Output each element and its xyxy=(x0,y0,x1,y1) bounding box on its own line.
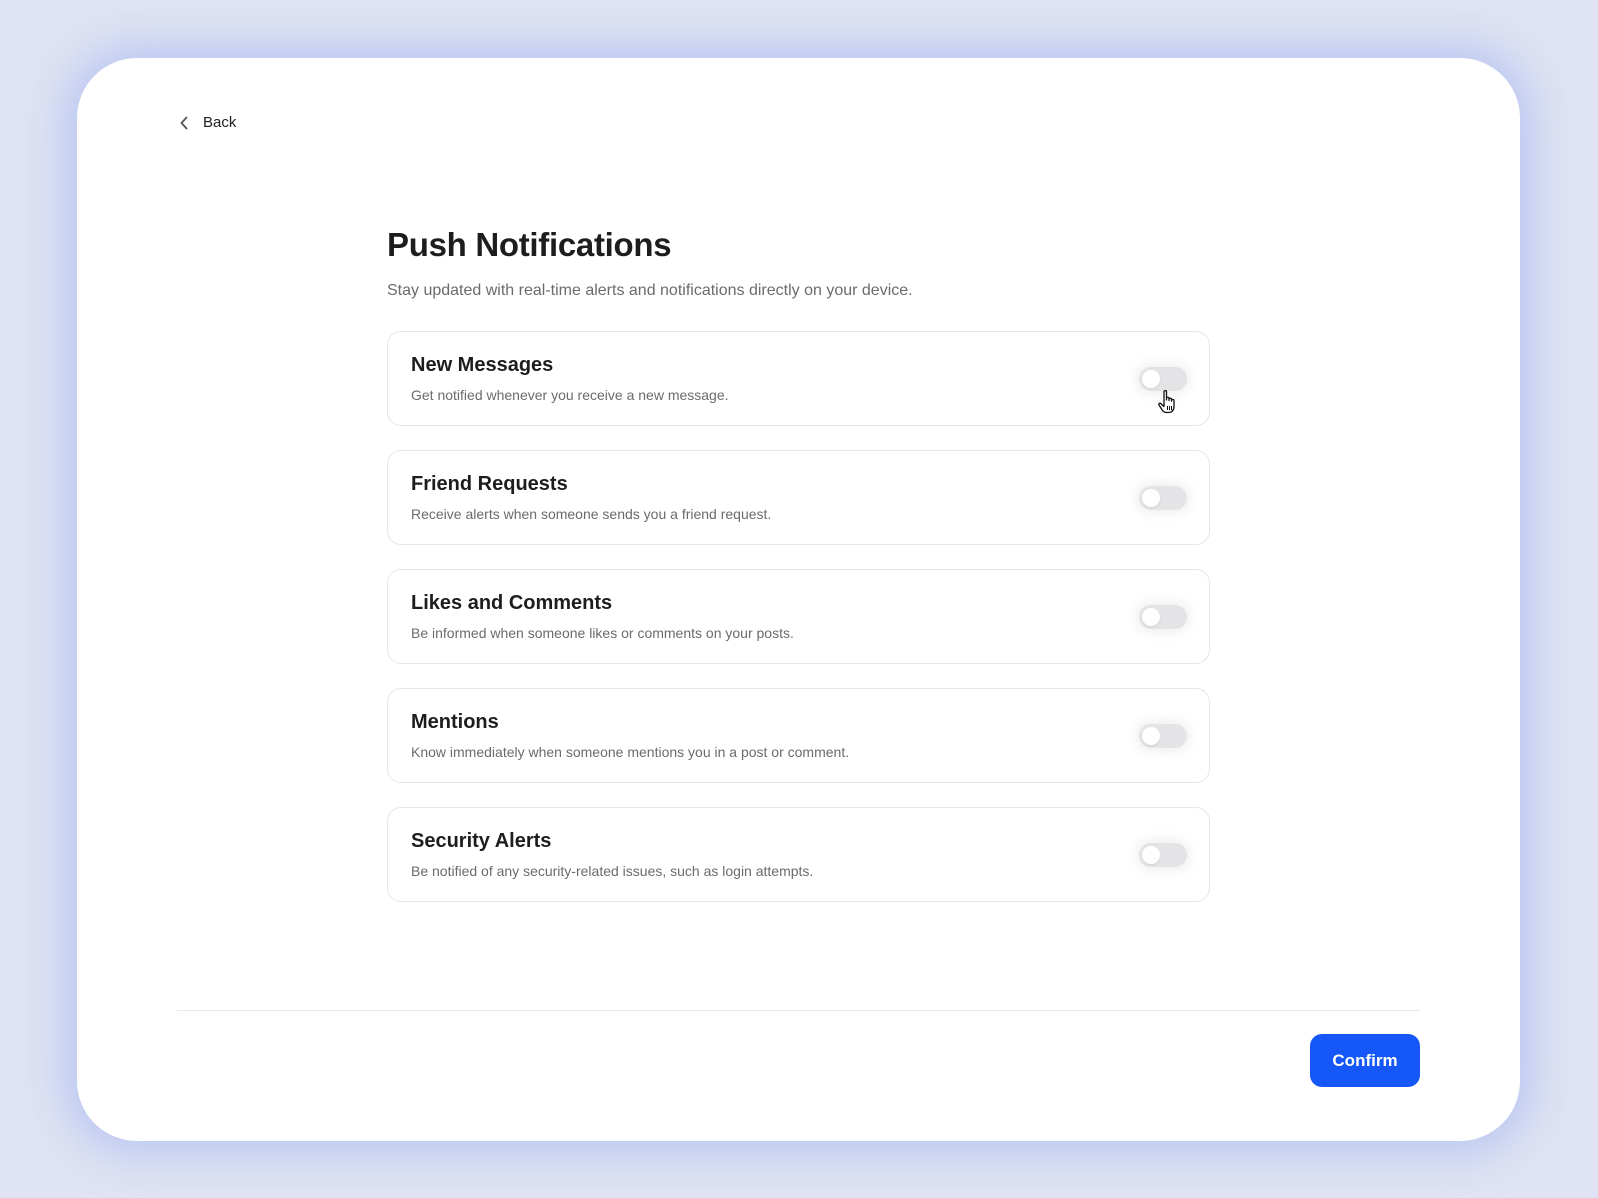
back-button[interactable]: Back xyxy=(179,114,236,131)
setting-title: Mentions xyxy=(411,711,499,733)
chevron-left-icon xyxy=(179,116,189,130)
setting-likes-and-comments: Likes and Comments Be informed when some… xyxy=(387,569,1210,664)
setting-friend-requests: Friend Requests Receive alerts when some… xyxy=(387,450,1210,545)
setting-title: Security Alerts xyxy=(411,830,552,852)
setting-title: New Messages xyxy=(411,354,554,376)
friend-requests-toggle[interactable] xyxy=(1139,485,1187,510)
back-label: Back xyxy=(203,114,237,131)
toggle-knob xyxy=(1142,488,1160,507)
setting-new-messages: New Messages Get notified whenever you r… xyxy=(387,331,1210,426)
likes-and-comments-toggle[interactable] xyxy=(1139,604,1187,629)
notification-settings-list: New Messages Get notified whenever you r… xyxy=(387,331,1210,902)
setting-description: Know immediately when someone mentions y… xyxy=(411,744,850,760)
toggle-knob xyxy=(1142,607,1160,626)
toggle-knob xyxy=(1142,726,1160,745)
page-subtitle: Stay updated with real-time alerts and n… xyxy=(387,282,913,299)
setting-title: Likes and Comments xyxy=(411,592,613,614)
page-title: Push Notifications xyxy=(387,226,672,263)
confirm-button[interactable]: Confirm xyxy=(1310,1034,1420,1087)
security-alerts-toggle[interactable] xyxy=(1139,842,1187,867)
footer-divider xyxy=(177,1010,1420,1011)
toggle-knob xyxy=(1142,845,1160,864)
toggle-knob xyxy=(1142,369,1160,388)
setting-security-alerts: Security Alerts Be notified of any secur… xyxy=(387,807,1210,902)
setting-description: Be informed when someone likes or commen… xyxy=(411,625,794,641)
setting-description: Get notified whenever you receive a new … xyxy=(411,387,729,403)
setting-mentions: Mentions Know immediately when someone m… xyxy=(387,688,1210,783)
settings-card: Back Push Notifications Stay updated wit… xyxy=(77,58,1520,1141)
new-messages-toggle[interactable] xyxy=(1139,366,1187,391)
setting-description: Receive alerts when someone sends you a … xyxy=(411,506,772,522)
setting-title: Friend Requests xyxy=(411,473,568,495)
mentions-toggle[interactable] xyxy=(1139,723,1187,748)
setting-description: Be notified of any security-related issu… xyxy=(411,863,814,879)
notifications-section: Push Notifications Stay updated with rea… xyxy=(387,226,1210,902)
